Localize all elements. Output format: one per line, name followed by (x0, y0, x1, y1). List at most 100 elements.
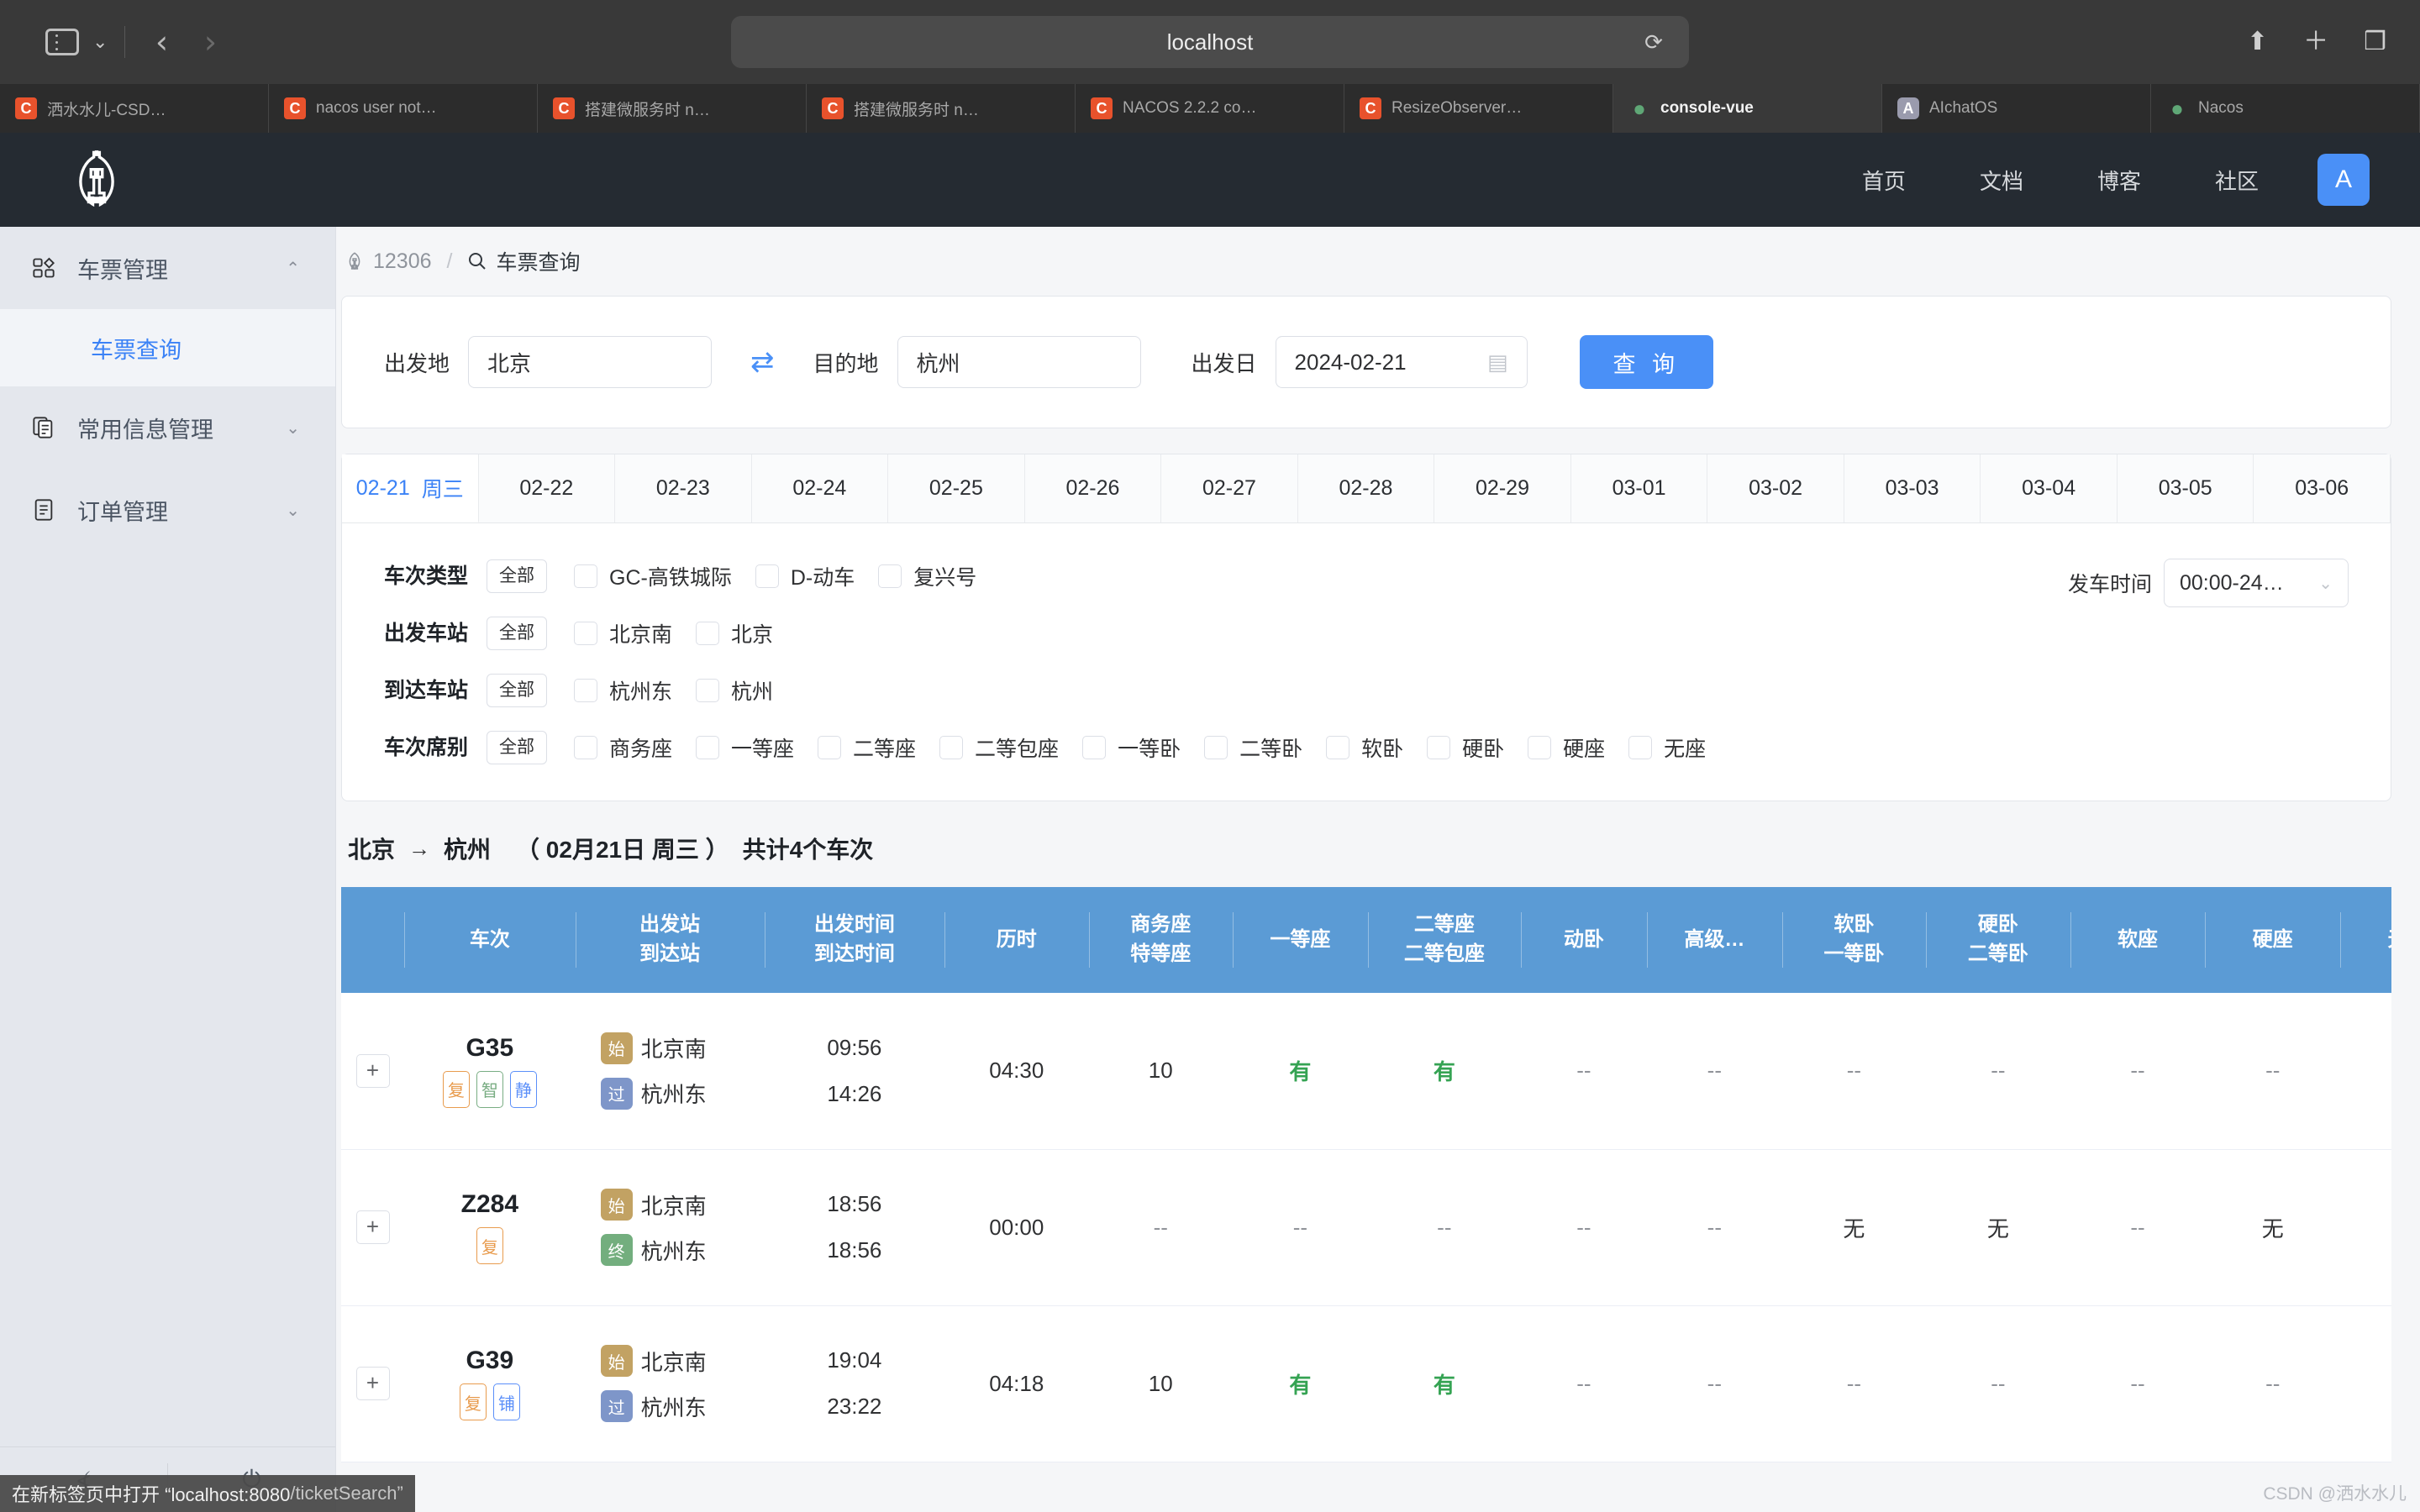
sidebar-group-1[interactable]: 常用信息管理 ⌄ (0, 386, 335, 469)
browser-tab[interactable]: ● Nacos (2151, 84, 2420, 133)
filter-checkbox[interactable]: 二等卧 (1204, 728, 1302, 767)
filter-checkbox[interactable]: 硬卧 (1427, 728, 1504, 767)
filter-checkbox[interactable]: 软卧 (1326, 728, 1403, 767)
date-tab[interactable]: 03-04 (1981, 454, 2118, 522)
departure-time-select[interactable]: 发车时间 00:00-24… ⌄ (2068, 559, 2349, 607)
date-tab[interactable]: 02-28 (1297, 454, 1435, 522)
filter-all-button[interactable]: 全部 (487, 617, 547, 650)
date-tab[interactable]: 03-03 (1844, 454, 1981, 522)
checkbox-box (878, 564, 902, 588)
filter-checkbox[interactable]: 北京南 (574, 614, 672, 653)
browser-tab[interactable]: C 洒水水儿-CSD… (0, 84, 269, 133)
table-row[interactable]: + G35 复智静始北京南过杭州东 09:56 14:26 04:30 10 有有 -- -- --… (341, 993, 2391, 1150)
sidebar-toggle-button[interactable] (39, 24, 86, 60)
duration-cell: 00:00 (944, 1149, 1089, 1306)
china-railway-logo-icon (79, 150, 114, 207)
browser-tab-label: 搭建微服务时 n… (854, 101, 979, 119)
search-button[interactable]: 查 询 (1579, 335, 1714, 389)
chevron-down-icon[interactable]: ⌄ (92, 31, 108, 53)
browser-tab[interactable]: C NACOS 2.2.2 co… (1076, 84, 1344, 133)
chevron-down-icon: ⌄ (2318, 574, 2333, 593)
swap-icon[interactable]: ⇄ (750, 345, 775, 379)
browser-tab[interactable]: C ResizeObserver… (1344, 84, 1613, 133)
node-icon: ● (2170, 95, 2184, 121)
filter-checkbox[interactable]: 二等包座 (939, 728, 1059, 767)
reload-icon[interactable]: ⟳ (1640, 29, 1667, 55)
train-badges: 复铺 (408, 1383, 572, 1420)
site-logo[interactable] (0, 150, 193, 210)
column-header-line1: 动卧 (1563, 927, 1604, 951)
soft-seat-cell: -- (2070, 993, 2206, 1150)
filter-checkbox[interactable]: 杭州 (696, 671, 773, 710)
site-nav-link[interactable]: 首页 (1825, 165, 1943, 196)
motor-sleeper-cell: -- (1520, 1305, 1647, 1462)
plus-icon[interactable]: ＋ (2303, 29, 2328, 55)
site-nav-link[interactable]: 博客 (2060, 165, 2178, 196)
breadcrumb-home[interactable]: 12306 (345, 249, 432, 274)
date-tab[interactable]: 02-29 (1434, 454, 1571, 522)
browser-tab[interactable]: C 搭建微服务时 n… (807, 84, 1076, 133)
expand-row-button[interactable]: + (355, 1210, 390, 1244)
browser-tab[interactable]: Cnacos user not… (269, 84, 538, 133)
date-tab[interactable]: 02-27 (1161, 454, 1298, 522)
filter-row-label: 车次席别 (384, 736, 469, 759)
site-nav-link[interactable]: 社区 (2178, 165, 2296, 196)
filter-checkbox[interactable]: 商务座 (574, 728, 672, 767)
expand-row-button[interactable]: + (355, 1053, 390, 1088)
browser-tab[interactable]: A AIchatOS (1882, 84, 2151, 133)
hard-seat-cell: -- (2205, 1305, 2341, 1462)
from-label: 出发地 (384, 350, 450, 376)
filter-checkbox[interactable]: 一等卧 (1082, 728, 1181, 767)
filter-checkbox[interactable]: 无座 (1628, 728, 1706, 767)
browser-tab[interactable]: ● console-vue (1613, 84, 1882, 133)
date-tab[interactable]: 02-21 周三 (342, 454, 479, 522)
date-tab[interactable]: 02-25 (888, 454, 1025, 522)
sidebar-group-0[interactable]: 车票管理 ⌃ (0, 227, 335, 309)
sidebar-toggle-icon (45, 29, 79, 55)
filter-checkbox[interactable]: D-动车 (755, 557, 855, 596)
date-tab[interactable]: 02-24 (751, 454, 889, 522)
table-row[interactable]: + G39 复铺始北京南过杭州东 19:04 23:22 04:18 10 有有 -- -- -- -… (341, 1305, 2391, 1462)
date-tab[interactable]: 03-02 (1707, 454, 1844, 522)
date-tab[interactable]: 02-23 (615, 454, 752, 522)
browser-tab[interactable]: C 搭建微服务时 n… (538, 84, 807, 133)
date-tab[interactable]: 03-06 (2254, 454, 2391, 522)
expand-row-button[interactable]: + (355, 1367, 390, 1400)
avatar[interactable]: A (2317, 154, 2370, 206)
tab-overview-icon[interactable]: ❒ (2364, 29, 2386, 55)
share-icon[interactable]: ⬆ (2247, 29, 2268, 55)
site-nav-link[interactable]: 文档 (1943, 165, 2060, 196)
node-icon: ● (1633, 95, 1646, 121)
table-row[interactable]: + Z284 复始北京南终杭州东 18:56 18:56 00:00 -- -- -- -- -- 无… (341, 1149, 2391, 1306)
date-tab[interactable]: 02-22 (478, 454, 616, 522)
to-input-value: 杭州 (916, 350, 960, 376)
browser-tab-label: console-vue (1660, 99, 1754, 117)
sidebar: 车票管理⌃车票查询常用信息管理⌄订单管理⌄ ⦓ ⏻ (0, 227, 336, 1512)
sidebar-item-ticket-search[interactable]: 车票查询 (0, 309, 335, 386)
filter-checkbox[interactable]: 北京 (696, 614, 773, 653)
date-tab[interactable]: 03-01 (1570, 454, 1708, 522)
checkbox-box (818, 736, 842, 759)
filter-checkbox[interactable]: 二等座 (818, 728, 916, 767)
filter-all-button[interactable]: 全部 (487, 731, 547, 764)
back-arrow-icon[interactable]: ‹ (137, 18, 186, 66)
date-input[interactable]: 2024-02-21 ▤ (1275, 336, 1528, 388)
filter-all-button[interactable]: 全部 (487, 559, 547, 593)
departure-time-box[interactable]: 00:00-24… ⌄ (2164, 559, 2349, 607)
sidebar-group-2[interactable]: 订单管理 ⌄ (0, 469, 335, 551)
address-bar[interactable]: localhost ⟳ (731, 16, 1689, 68)
filter-checkbox[interactable]: 杭州东 (574, 671, 672, 710)
forward-arrow-icon[interactable]: › (186, 18, 234, 66)
filter-checkbox[interactable]: 硬座 (1528, 728, 1605, 767)
filter-all-button[interactable]: 全部 (487, 674, 547, 707)
date-tab[interactable]: 03-05 (2117, 454, 2254, 522)
station-cell: 始北京南终杭州东 (575, 1149, 765, 1306)
date-tab[interactable]: 02-26 (1024, 454, 1162, 522)
from-input[interactable]: 北京 (468, 336, 713, 388)
to-input[interactable]: 杭州 (897, 336, 1141, 388)
filter-checkbox[interactable]: GC-高铁城际 (574, 557, 732, 596)
site-navigation: 首页 文档 博客 社区 A (1825, 154, 2370, 206)
filter-checkbox[interactable]: 一等座 (696, 728, 794, 767)
filter-checkbox[interactable]: 复兴号 (878, 557, 976, 596)
checkbox-box (574, 679, 597, 702)
